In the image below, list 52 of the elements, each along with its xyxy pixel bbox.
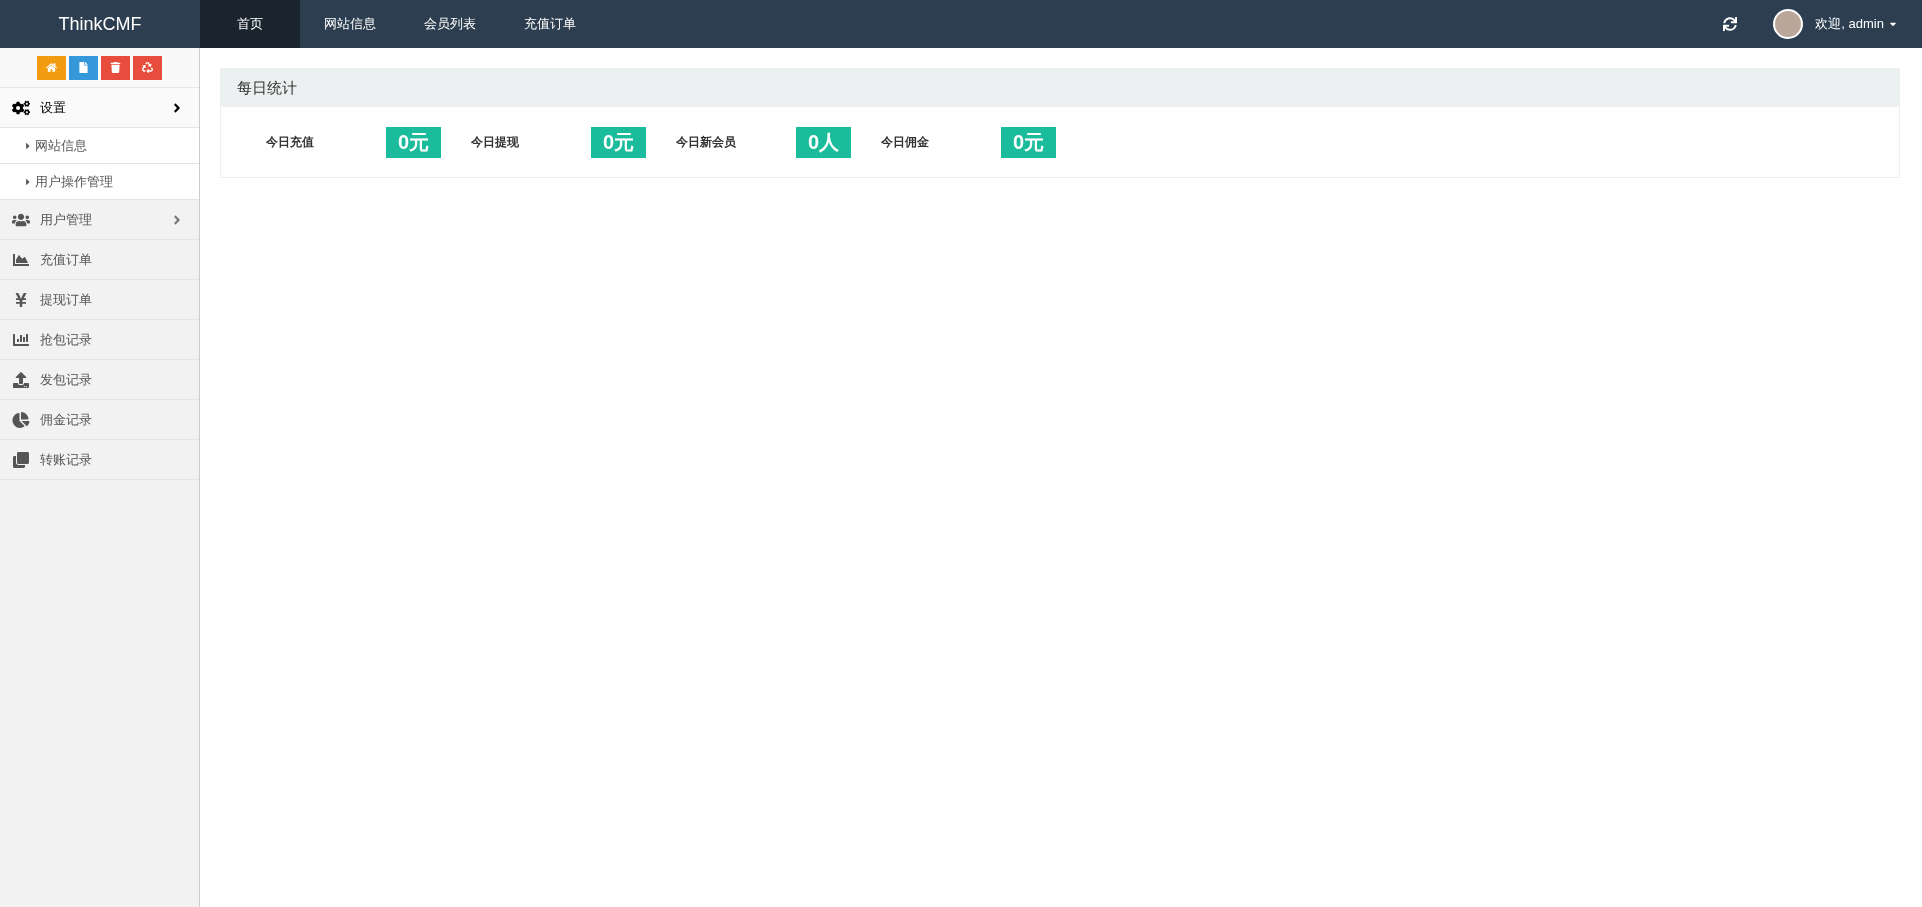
stat-value: 0人 — [796, 126, 852, 158]
shortcut-button[interactable] — [69, 55, 98, 80]
refresh-icon[interactable] — [1723, 17, 1738, 31]
sidebar-item[interactable]: 佣金记录 — [0, 400, 199, 440]
bar-chart-icon — [12, 331, 30, 348]
shortcut-button[interactable] — [133, 55, 162, 80]
stat-label: 今日提现 — [471, 134, 520, 151]
sidebar-item[interactable]: 提现订单 — [0, 280, 199, 320]
nav-tab[interactable]: 充值订单 — [500, 0, 600, 48]
sidebar-label: 充值订单 — [40, 250, 93, 269]
sidebar-item[interactable]: 设置 — [0, 88, 199, 128]
sidebar-label: 抢包记录 — [40, 330, 93, 349]
nav-tab[interactable]: 首页 — [200, 0, 300, 48]
sidebar-item[interactable]: 发包记录 — [0, 360, 199, 400]
caret-icon — [24, 176, 32, 187]
shortcut-button[interactable] — [101, 55, 130, 80]
pie-chart-icon — [12, 411, 30, 428]
stat-label: 今日充值 — [266, 134, 315, 151]
windows-icon — [12, 451, 30, 468]
sidebar-label: 佣金记录 — [40, 410, 93, 429]
sidebar-item[interactable]: 用户管理 — [0, 200, 199, 240]
stat-value: 0元 — [386, 126, 442, 158]
caret-icon — [24, 140, 32, 151]
stat-label: 今日新会员 — [676, 134, 737, 151]
file-icon — [78, 62, 89, 73]
users-icon — [12, 211, 30, 228]
shortcut-button[interactable] — [37, 55, 66, 80]
trash-icon — [110, 62, 121, 73]
brand-logo[interactable]: ThinkCMF — [0, 0, 200, 48]
sidebar-item[interactable]: 充值订单 — [0, 240, 199, 280]
recycle-icon — [142, 62, 153, 73]
sidebar-label: 转账记录 — [40, 450, 93, 469]
sidebar-label: 用户管理 — [40, 210, 93, 229]
stat-value: 0元 — [1001, 126, 1057, 158]
gears-icon — [12, 99, 30, 116]
sidebar-label: 发包记录 — [40, 370, 93, 389]
submenu-item[interactable]: 网站信息 — [0, 128, 199, 164]
sidebar-label: 设置 — [40, 98, 67, 117]
nav-tab[interactable]: 网站信息 — [300, 0, 400, 48]
stat-value: 0元 — [591, 126, 647, 158]
sidebar-item[interactable]: 抢包记录 — [0, 320, 199, 360]
upload-icon — [12, 371, 30, 388]
home-icon — [46, 62, 57, 73]
sidebar-item[interactable]: 转账记录 — [0, 440, 199, 480]
stat-label: 今日佣金 — [881, 134, 930, 151]
user-menu[interactable]: 欢迎, admin — [1815, 0, 1898, 48]
panel-title: 每日统计 — [221, 69, 1899, 107]
submenu-item[interactable]: 用户操作管理 — [0, 164, 199, 200]
sidebar-label: 提现订单 — [40, 290, 93, 309]
avatar — [1773, 9, 1804, 39]
nav-tab[interactable]: 会员列表 — [400, 0, 500, 48]
area-chart-icon — [12, 251, 30, 268]
